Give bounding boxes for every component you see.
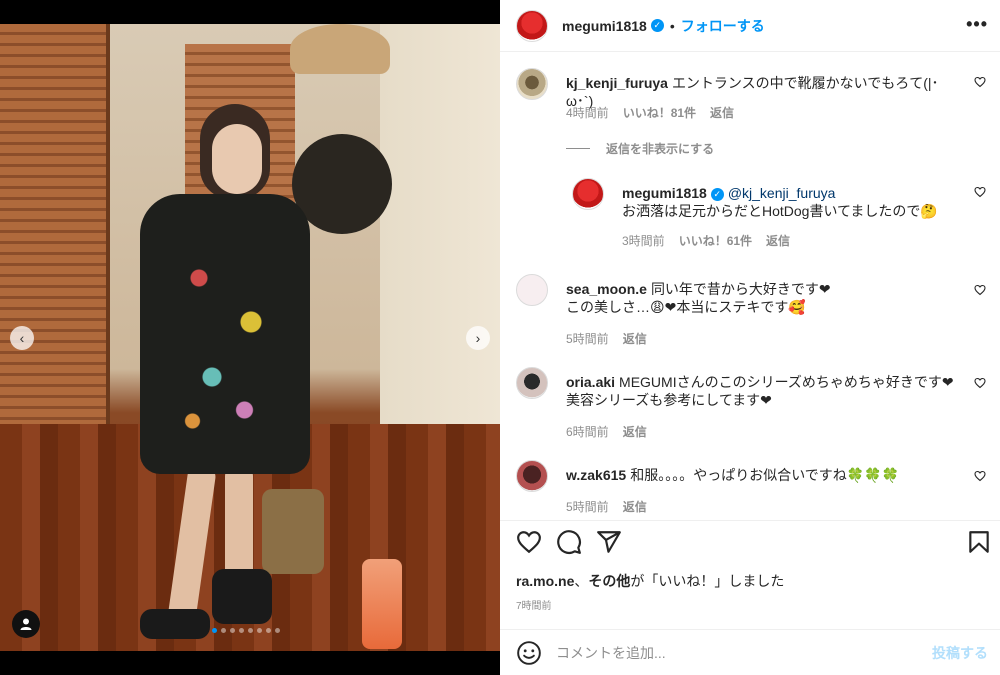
- comment-content-line2: 美容シリーズも参考にしてます❤: [566, 392, 772, 408]
- post-media: ‹ ›: [0, 0, 500, 675]
- commenter-username[interactable]: megumi1818: [622, 185, 707, 201]
- lamp-shade: [290, 24, 390, 74]
- comment-text: w.zak615 和服。。。。やっぱりお似合いですね🍀🍀🍀: [566, 466, 956, 484]
- post-header: megumi1818 ✓ • フォローする •••: [500, 0, 1000, 52]
- reply-button[interactable]: 返信: [623, 330, 647, 347]
- commenter-avatar[interactable]: [516, 460, 548, 492]
- heart-icon[interactable]: [516, 529, 542, 555]
- person-face: [212, 124, 262, 194]
- commenter-avatar[interactable]: [516, 68, 548, 100]
- carousel-dot: [239, 628, 244, 633]
- commenter-avatar[interactable]: [516, 274, 548, 306]
- liked-by-sep: 、: [574, 573, 589, 589]
- carousel-dot: [230, 628, 235, 633]
- verified-badge-icon: ✓: [650, 19, 664, 32]
- chevron-right-icon: ›: [475, 330, 481, 346]
- commenter-username[interactable]: sea_moon.e: [566, 281, 647, 297]
- comment-input[interactable]: [556, 644, 916, 661]
- like-comment-heart-icon[interactable]: [974, 377, 986, 389]
- comment-time: 5時間前: [566, 332, 609, 346]
- closet-door: [0, 24, 110, 454]
- reply-button[interactable]: 返信: [710, 104, 734, 121]
- comment-likes[interactable]: いいね！61件: [679, 232, 752, 249]
- carousel-dot: [212, 628, 217, 633]
- carousel-indicator: [212, 628, 280, 633]
- post-time: 7時間前: [516, 601, 552, 612]
- comment-time: 3時間前: [622, 234, 665, 248]
- carousel-dot: [257, 628, 262, 633]
- comment-meta: 3時間前 いいね！61件 返信: [622, 232, 790, 249]
- comment-time: 4時間前: [566, 106, 609, 120]
- bookmark-icon[interactable]: [966, 529, 992, 555]
- verified-badge-icon: ✓: [710, 187, 724, 201]
- add-comment-bar: 投稿する: [500, 629, 1000, 675]
- like-comment-heart-icon[interactable]: [974, 470, 986, 482]
- follow-button[interactable]: フォローする: [681, 16, 765, 36]
- like-comment-heart-icon[interactable]: [974, 76, 986, 88]
- comment-meta: 5時間前 返信: [566, 330, 647, 347]
- hide-replies-label: 返信を非表示にする: [606, 142, 715, 156]
- comment-content: お洒落は足元からだとHotDog書いてましたので🤔: [622, 203, 938, 219]
- post-side-panel: megumi1818 ✓ • フォローする ••• kj_kenji_furuy…: [500, 0, 1000, 675]
- liked-by: ra.mo.ne、その他が「いいね！」しました: [516, 571, 784, 591]
- carousel-dot: [248, 628, 253, 633]
- comment-likes[interactable]: いいね！81件: [623, 104, 696, 121]
- comment-content: 和服。。。。やっぱりお似合いですね🍀🍀🍀: [630, 467, 900, 483]
- comment-text: oria.aki MEGUMIさんのこのシリーズめちゃめちゃ好きです❤ 美容シリー…: [566, 373, 956, 409]
- comment-meta: 6時間前 返信: [566, 423, 647, 440]
- mention-link[interactable]: @kj_kenji_furuya: [728, 185, 836, 201]
- carousel-next-button[interactable]: ›: [466, 326, 490, 350]
- basket: [262, 489, 324, 574]
- comment-time: 6時間前: [566, 425, 609, 439]
- smiley-icon[interactable]: [516, 640, 542, 666]
- author-avatar[interactable]: [516, 9, 548, 42]
- commenter-username[interactable]: kj_kenji_furuya: [566, 75, 668, 91]
- post-comment-button[interactable]: 投稿する: [932, 643, 988, 663]
- carousel-dot: [266, 628, 271, 633]
- liked-by-others[interactable]: その他: [588, 573, 630, 589]
- post-photo[interactable]: [0, 24, 500, 651]
- comment-bubble-icon[interactable]: [556, 529, 582, 555]
- liked-by-user[interactable]: ra.mo.ne: [516, 573, 574, 589]
- comment-time: 5時間前: [566, 500, 609, 514]
- comment-text: megumi1818 ✓ @kj_kenji_furuya お洒落は足元からだとHo…: [622, 184, 942, 220]
- carousel-dot: [221, 628, 226, 633]
- author-username[interactable]: megumi1818: [562, 18, 647, 34]
- commenter-username[interactable]: oria.aki: [566, 374, 615, 390]
- comment-content: MEGUMIさんのこのシリーズめちゃめちゃ好きです❤: [619, 374, 954, 390]
- dress-print: [160, 234, 290, 454]
- comment-meta: 5時間前 返信: [566, 498, 647, 515]
- comment-text: sea_moon.e 同い年で昔から大好きです❤ この美しさ…😩❤本当にステキです…: [566, 280, 956, 316]
- more-options-icon[interactable]: •••: [966, 14, 988, 35]
- person-icon: [20, 618, 32, 630]
- carousel-dot: [275, 628, 280, 633]
- comment-content: 同い年で昔から大好きです❤: [650, 281, 831, 297]
- hide-replies-button[interactable]: 返信を非表示にする: [566, 140, 714, 157]
- comments-list: kj_kenji_furuya エントランスの中で靴履かないでもろて(|･ω･`)…: [500, 52, 1000, 520]
- sandal-right: [212, 569, 272, 624]
- sandal-left: [140, 609, 210, 639]
- carousel-prev-button[interactable]: ‹: [10, 326, 34, 350]
- divider: [566, 148, 590, 149]
- reply-button[interactable]: 返信: [766, 232, 790, 249]
- comment-meta: 4時間前 いいね！81件 返信: [566, 104, 734, 121]
- like-comment-heart-icon[interactable]: [974, 284, 986, 296]
- header-separator: •: [669, 17, 675, 34]
- candle: [362, 559, 402, 649]
- user-tag-button[interactable]: [12, 610, 40, 638]
- commenter-avatar[interactable]: [572, 178, 604, 210]
- commenter-avatar[interactable]: [516, 367, 548, 399]
- reply-button[interactable]: 返信: [623, 498, 647, 515]
- chevron-left-icon: ‹: [19, 330, 25, 346]
- like-comment-heart-icon[interactable]: [974, 186, 986, 198]
- post-actions: ra.mo.ne、その他が「いいね！」しました 7時間前: [500, 520, 1000, 640]
- liked-by-suffix: が「いいね！」しました: [630, 573, 785, 589]
- reply-button[interactable]: 返信: [623, 423, 647, 440]
- paper-plane-icon[interactable]: [596, 529, 622, 555]
- commenter-username[interactable]: w.zak615: [566, 467, 626, 483]
- comment-content-line2: この美しさ…😩❤本当にステキです🥰: [566, 299, 806, 315]
